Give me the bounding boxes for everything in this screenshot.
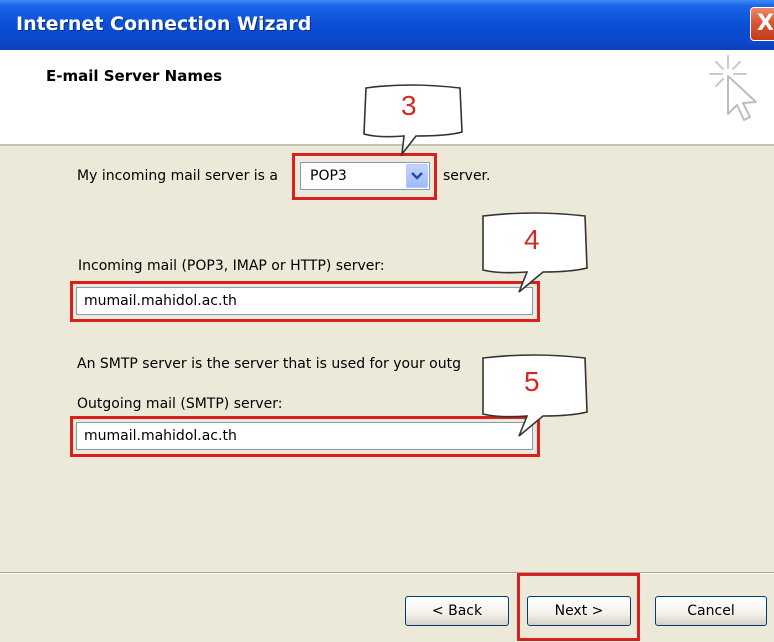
highlight-box-outgoing-server xyxy=(70,416,540,457)
highlight-box-next-button xyxy=(517,573,640,641)
wizard-window: Internet Connection Wizard X E-mail Serv… xyxy=(0,0,774,642)
callout-number-4: 4 xyxy=(524,224,540,255)
back-button[interactable]: < Back xyxy=(405,596,509,626)
page-title: E-mail Server Names xyxy=(46,67,223,85)
smtp-description: An SMTP server is the server that is use… xyxy=(77,356,461,372)
wizard-cursor-sparkle-icon xyxy=(709,55,757,121)
incoming-server-label: Incoming mail (POP3, IMAP or HTTP) serve… xyxy=(78,258,385,274)
callout-number-5: 5 xyxy=(524,366,540,397)
footer-divider xyxy=(0,572,774,574)
callout-number-3: 3 xyxy=(401,90,417,121)
cancel-button[interactable]: Cancel xyxy=(655,596,767,626)
title-bar[interactable]: Internet Connection Wizard X xyxy=(0,0,774,50)
outgoing-server-label: Outgoing mail (SMTP) server: xyxy=(77,396,283,412)
incoming-type-label: My incoming mail server is a xyxy=(77,168,279,184)
incoming-type-suffix: server. xyxy=(443,168,491,184)
highlight-box-incoming-server xyxy=(70,281,540,322)
window-title: Internet Connection Wizard xyxy=(16,13,312,35)
highlight-box-server-type xyxy=(292,153,437,200)
close-button[interactable]: X xyxy=(750,7,774,41)
